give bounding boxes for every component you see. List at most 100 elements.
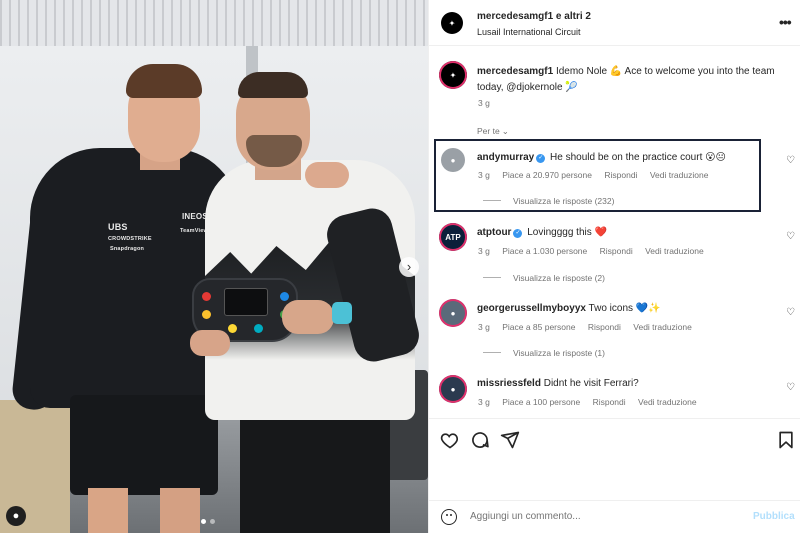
person-b-hair xyxy=(238,72,308,98)
translate-button[interactable]: Vedi traduzione xyxy=(633,322,692,332)
profile-photo-icon: ● xyxy=(450,155,456,165)
reply-button[interactable]: Rispondi xyxy=(604,170,637,180)
like-heart-icon[interactable]: ♡ xyxy=(786,231,795,242)
publish-button[interactable]: Pubblica xyxy=(753,511,795,522)
view-replies-button[interactable]: Visualizza le risposte (2) xyxy=(483,273,605,283)
action-bar xyxy=(429,418,800,494)
for-you-filter[interactable]: Per te ⌄ xyxy=(477,126,519,137)
view-replies-label: Visualizza le risposte (1) xyxy=(513,348,605,358)
wheel-knob xyxy=(228,324,237,333)
wheel-knob xyxy=(254,324,263,333)
verified-badge-icon: ✓ xyxy=(536,154,546,163)
comment-time[interactable]: 3 g xyxy=(478,322,490,332)
comment-meta: 3 g Piace a 20.970 persone Rispondi Vedi… xyxy=(478,170,718,180)
view-replies-button[interactable]: Visualizza le risposte (232) xyxy=(483,196,614,206)
comment-meta: 3 g Piace a 1.030 persone Rispondi Vedi … xyxy=(478,246,714,256)
comment-username[interactable]: andymurray xyxy=(477,152,534,163)
divider xyxy=(483,352,501,353)
comment-icon[interactable] xyxy=(470,430,490,450)
post-photo[interactable]: UBS CROWDSTRIKE INEOS TeamViewer Snapdra… xyxy=(0,0,428,533)
comment-likes[interactable]: Piace a 85 persone xyxy=(502,322,575,332)
reply-button[interactable]: Rispondi xyxy=(600,246,633,256)
comment-meta: 3 g Piace a 85 persone Rispondi Vedi tra… xyxy=(478,322,702,332)
carousel-dot xyxy=(210,519,215,524)
reply-button[interactable]: Rispondi xyxy=(593,397,626,407)
chevron-down-icon: ⌄ xyxy=(501,126,509,136)
comment-username[interactable]: georgerussellmyboyyx xyxy=(477,303,586,314)
comment-time[interactable]: 3 g xyxy=(478,170,490,180)
view-replies-label: Visualizza le risposte (2) xyxy=(513,273,605,283)
person-a-leg xyxy=(88,488,128,533)
caption-avatar[interactable]: ✦ xyxy=(439,61,467,89)
profile-photo-icon: ● xyxy=(450,384,456,394)
translate-button[interactable]: Vedi traduzione xyxy=(638,397,697,407)
comment-input[interactable] xyxy=(470,511,740,522)
mercedes-logo-icon: ✦ xyxy=(449,70,457,80)
translate-button[interactable]: Vedi traduzione xyxy=(650,170,709,180)
next-image-icon[interactable]: › xyxy=(399,257,419,277)
like-icon[interactable] xyxy=(440,430,460,450)
comment-likes[interactable]: Piace a 1.030 persone xyxy=(502,246,587,256)
caption-username[interactable]: mercedesamgf1 xyxy=(477,66,553,77)
hand-on-shoulder xyxy=(305,162,349,188)
mercedes-logo-icon: ✦ xyxy=(448,18,456,28)
for-you-label: Per te xyxy=(477,126,500,136)
comment-avatar[interactable]: ● xyxy=(441,148,465,172)
comment-likes[interactable]: Piace a 20.970 persone xyxy=(502,170,592,180)
comment-meta: 3 g Piace a 100 persone Rispondi Vedi tr… xyxy=(478,397,707,407)
comment-text: Lovingggg this ❤️ xyxy=(527,227,607,238)
wheel-knob xyxy=(202,292,211,301)
view-replies-label: Visualizza le risposte (232) xyxy=(513,196,615,206)
wheel-knob xyxy=(280,292,289,301)
wheel-display xyxy=(224,288,268,316)
post-header: ✦ mercedesamgf1 e altri 2 Lusail Interna… xyxy=(429,0,800,46)
like-heart-icon[interactable]: ♡ xyxy=(786,307,795,318)
comment-text-block: georgerussellmyboyyx Two icons 💙✨ xyxy=(477,301,661,317)
comment-text: Didnt he visit Ferrari? xyxy=(543,378,639,389)
carousel-dot-active xyxy=(201,519,206,524)
comment-text: He should be on the practice court 😮😐 xyxy=(550,152,726,163)
divider xyxy=(483,277,501,278)
comment-time[interactable]: 3 g xyxy=(478,246,490,256)
profile-photo-icon: ● xyxy=(450,308,456,318)
comment-text-block: andymurray ✓ He should be on the practice… xyxy=(477,150,726,166)
comment-avatar[interactable]: ● xyxy=(439,375,467,403)
translate-button[interactable]: Vedi traduzione xyxy=(645,246,704,256)
person-a-shorts xyxy=(70,395,218,495)
comment-username[interactable]: missriessfeld xyxy=(477,378,541,389)
header-location[interactable]: Lusail International Circuit xyxy=(477,27,581,37)
carousel-dots xyxy=(201,519,215,524)
caption-time[interactable]: 3 g xyxy=(478,98,490,108)
save-bookmark-icon[interactable] xyxy=(776,430,796,450)
comment-username[interactable]: atptour xyxy=(477,227,511,238)
comment-likes[interactable]: Piace a 100 persone xyxy=(502,397,580,407)
comment-text-block: missriessfeld Didnt he visit Ferrari? xyxy=(477,376,639,392)
like-heart-icon[interactable]: ♡ xyxy=(786,155,795,166)
sponsor-snapdragon: Snapdragon xyxy=(110,246,145,252)
header-username[interactable]: mercedesamgf1 e altri 2 xyxy=(477,11,591,22)
like-heart-icon[interactable]: ♡ xyxy=(786,382,795,393)
header-avatar[interactable]: ✦ xyxy=(441,12,463,34)
comment-text: Two icons 💙✨ xyxy=(588,303,661,314)
emoji-icon[interactable] xyxy=(441,509,457,525)
hand-on-wheel xyxy=(282,300,334,334)
caption-text-block: mercedesamgf1 Idemo Nole 💪 Ace to welcom… xyxy=(477,64,787,96)
user-tag-icon[interactable]: ● xyxy=(6,506,26,526)
sponsor-ubs: UBS xyxy=(108,222,128,232)
sponsor-crowdstrike: CROWDSTRIKE xyxy=(108,236,152,242)
comment-time[interactable]: 3 g xyxy=(478,397,490,407)
divider xyxy=(483,200,501,201)
comment-avatar[interactable]: ● xyxy=(439,299,467,327)
person-a-hair xyxy=(126,64,202,98)
wheel-knob xyxy=(202,310,211,319)
atp-logo: ATP xyxy=(445,232,461,242)
view-replies-button[interactable]: Visualizza le risposte (1) xyxy=(483,348,605,358)
more-options-icon[interactable]: ••• xyxy=(779,14,792,30)
comment-avatar[interactable]: ATP xyxy=(439,223,467,251)
reply-button[interactable]: Rispondi xyxy=(588,322,621,332)
caption-meta: 3 g xyxy=(478,98,500,108)
person-a-leg xyxy=(160,488,200,533)
share-icon[interactable] xyxy=(500,430,520,450)
ceiling xyxy=(0,0,428,46)
add-comment-bar: Pubblica xyxy=(429,500,800,533)
